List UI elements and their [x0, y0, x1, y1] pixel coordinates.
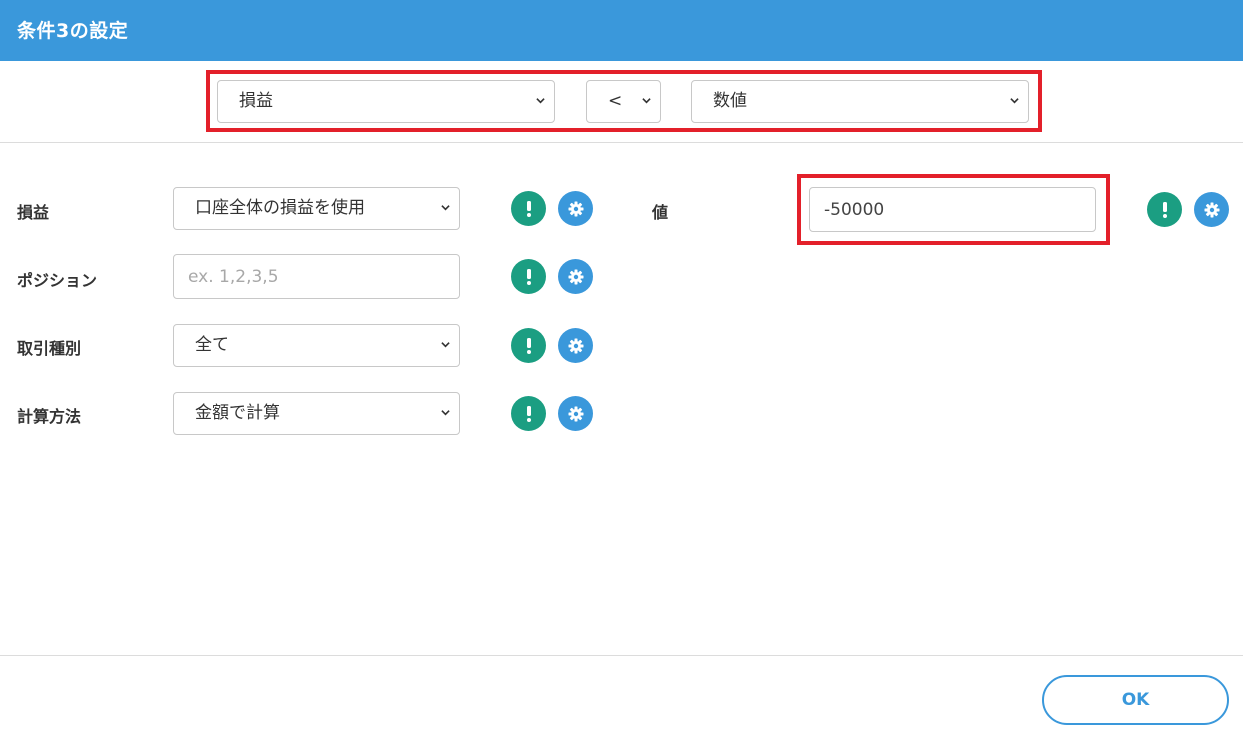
calc-method-select[interactable]: 金額で計算 — [173, 392, 460, 435]
position-input[interactable] — [173, 254, 460, 299]
chevron-down-icon — [1010, 98, 1019, 104]
condition-right-value: 数値 — [713, 91, 747, 111]
gear-icon — [1204, 202, 1219, 217]
ok-button[interactable]: OK — [1042, 675, 1229, 725]
exclamation-icon — [526, 405, 531, 422]
exclamation-icon — [526, 337, 531, 354]
dialog-title: 条件3の設定 — [17, 20, 129, 42]
gear-icon — [568, 201, 583, 216]
calc-method-settings-button[interactable] — [558, 396, 593, 431]
condition-operator-select[interactable]: < — [586, 80, 661, 123]
condition-left-select[interactable]: 損益 — [217, 80, 555, 123]
exclamation-icon — [526, 200, 531, 217]
field-label-position: ポジション — [17, 271, 98, 290]
gear-icon — [568, 338, 583, 353]
trade-type-info-button[interactable] — [511, 328, 546, 363]
exclamation-icon — [1162, 201, 1167, 218]
profit-info-button[interactable] — [511, 191, 546, 226]
exclamation-icon — [526, 268, 531, 285]
field-label-value: 値 — [652, 203, 669, 222]
calc-method-info-button[interactable] — [511, 396, 546, 431]
profit-select-value: 口座全体の損益を使用 — [195, 198, 365, 218]
condition-left-value: 損益 — [239, 91, 273, 111]
condition-settings-dialog: 条件3の設定 損益 < 数値 損益 口座全体の損益を使用 値 -50000 ポジ… — [0, 0, 1243, 752]
condition-operator-value: < — [608, 91, 623, 111]
chevron-down-icon — [441, 205, 450, 211]
value-input[interactable] — [809, 187, 1096, 232]
position-info-button[interactable] — [511, 259, 546, 294]
field-label-calc-method: 計算方法 — [17, 407, 82, 426]
gear-icon — [568, 406, 583, 421]
profit-settings-button[interactable] — [558, 191, 593, 226]
profit-select[interactable]: 口座全体の損益を使用 — [173, 187, 460, 230]
position-settings-button[interactable] — [558, 259, 593, 294]
footer-divider — [0, 655, 1243, 656]
chevron-down-icon — [441, 342, 450, 348]
trade-type-select-value: 全て — [195, 335, 229, 355]
calc-method-select-value: 金額で計算 — [195, 403, 280, 423]
chevron-down-icon — [642, 98, 651, 104]
field-label-trade-type: 取引種別 — [17, 339, 82, 358]
chevron-down-icon — [536, 98, 545, 104]
header-divider — [0, 142, 1243, 143]
field-label-profit: 損益 — [17, 203, 50, 222]
condition-right-select[interactable]: 数値 — [691, 80, 1029, 123]
chevron-down-icon — [441, 410, 450, 416]
value-info-button[interactable] — [1147, 192, 1182, 227]
trade-type-select[interactable]: 全て — [173, 324, 460, 367]
trade-type-settings-button[interactable] — [558, 328, 593, 363]
value-settings-button[interactable] — [1194, 192, 1229, 227]
gear-icon — [568, 269, 583, 284]
dialog-header: 条件3の設定 — [0, 0, 1243, 61]
